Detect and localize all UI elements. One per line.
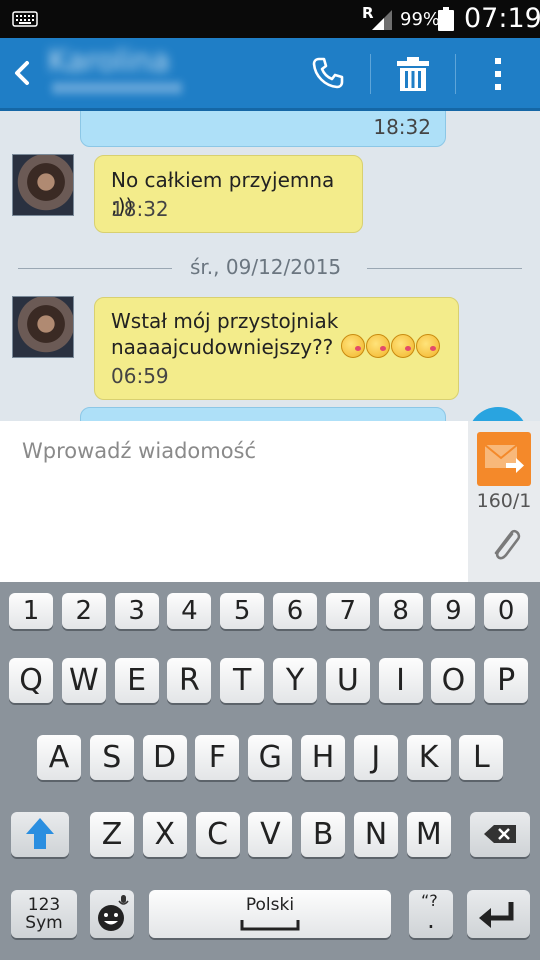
key-1[interactable]: 1 [9, 593, 53, 629]
message-text-fragment: naaaajcudowniejszy?? [111, 335, 334, 359]
punctuation-key-main: . [427, 906, 435, 934]
kiss-emoji-icon [390, 334, 415, 358]
battery-icon [438, 7, 454, 31]
key-e[interactable]: E [114, 658, 159, 703]
compose-side-panel: 160/1 [468, 421, 540, 582]
key-6[interactable]: 6 [273, 593, 317, 629]
key-r[interactable]: R [167, 658, 212, 703]
kiss-emoji-icon [415, 334, 440, 358]
phone-icon[interactable] [311, 56, 345, 90]
date-label: śr., 09/12/2015 [190, 255, 342, 279]
key-w[interactable]: W [61, 658, 106, 703]
space-bar-icon [240, 920, 300, 931]
key-4[interactable]: 4 [167, 593, 212, 629]
key-j[interactable]: J [353, 735, 398, 780]
contact-name[interactable]: Karolina [48, 44, 170, 79]
shift-key[interactable] [11, 812, 69, 857]
more-vertical-icon[interactable] [488, 54, 508, 94]
backspace-icon [484, 825, 516, 843]
enter-arrow-icon [479, 902, 514, 928]
key-7[interactable]: 7 [325, 593, 370, 629]
key-p[interactable]: P [484, 658, 529, 703]
enter-key[interactable] [467, 890, 530, 938]
key-x[interactable]: X [142, 812, 187, 857]
battery-percent: 99% [400, 9, 441, 30]
punctuation-key[interactable]: “? . [409, 890, 453, 938]
message-list[interactable]: 18:32 No całkiem przyjemna ;)) 18:32 śr.… [0, 111, 540, 421]
clock: 07:19 [464, 3, 540, 34]
send-message-icon [484, 444, 524, 473]
key-c[interactable]: C [195, 812, 240, 857]
back-icon[interactable] [10, 58, 34, 88]
key-8[interactable]: 8 [378, 593, 423, 629]
signal-icon [372, 10, 392, 30]
message-bubble-outgoing[interactable] [80, 407, 446, 421]
key-2[interactable]: 2 [61, 593, 106, 629]
compose-area: Wprowadź wiadomość 160/1 [0, 421, 540, 582]
symbols-key-label-bottom: Sym [25, 913, 63, 933]
message-time: 18:32 [373, 115, 431, 139]
message-text-line: naaaajcudowniejszy?? [111, 334, 440, 360]
key-z[interactable]: Z [90, 812, 134, 857]
status-bar: R 99% 07:19 [0, 0, 540, 38]
message-time: 18:32 [111, 197, 169, 221]
separator-line [367, 268, 522, 269]
message-bubble-outgoing[interactable]: 18:32 [80, 111, 446, 147]
message-time: 06:59 [111, 364, 169, 388]
key-q[interactable]: Q [9, 658, 53, 703]
space-language-label: Polski [245, 895, 295, 915]
space-key[interactable]: Polski [149, 890, 391, 938]
key-u[interactable]: U [325, 658, 370, 703]
key-3[interactable]: 3 [114, 593, 159, 629]
key-n[interactable]: N [354, 812, 398, 857]
message-text-line: Wstał mój przystojniak [111, 309, 339, 333]
backspace-key[interactable] [470, 812, 530, 857]
key-o[interactable]: O [431, 658, 476, 703]
key-v[interactable]: V [248, 812, 293, 857]
key-a[interactable]: A [37, 735, 81, 780]
key-l[interactable]: L [459, 735, 504, 780]
kiss-emoji-icon [340, 334, 365, 358]
conversation-header: Karolina [0, 38, 540, 111]
key-y[interactable]: Y [273, 658, 317, 703]
key-k[interactable]: K [406, 735, 451, 780]
symbols-key-label-top: 123 [27, 895, 61, 915]
symbols-key[interactable]: 123 Sym [11, 890, 77, 938]
shift-arrow-icon [26, 818, 54, 849]
key-i[interactable]: I [378, 658, 423, 703]
avatar[interactable] [12, 296, 74, 358]
key-h[interactable]: H [301, 735, 345, 780]
keyboard-icon [12, 11, 38, 27]
message-input[interactable]: Wprowadź wiadomość [22, 439, 256, 463]
key-g[interactable]: G [248, 735, 293, 780]
kiss-emoji-icon [365, 334, 390, 358]
key-9[interactable]: 9 [431, 593, 476, 629]
message-bubble-incoming[interactable]: Wstał mój przystojniak naaaajcudowniejsz… [94, 297, 459, 400]
key-5[interactable]: 5 [220, 593, 265, 629]
divider [370, 54, 371, 94]
key-f[interactable]: F [195, 735, 240, 780]
send-button[interactable] [477, 432, 531, 486]
key-m[interactable]: M [406, 812, 451, 857]
smiley-microphone-icon [98, 895, 129, 931]
key-0[interactable]: 0 [484, 593, 529, 629]
key-t[interactable]: T [220, 658, 265, 703]
key-b[interactable]: B [301, 812, 346, 857]
status-icon [468, 407, 528, 421]
date-separator: śr., 09/12/2015 [18, 253, 522, 283]
separator-line [18, 268, 172, 269]
contact-number-blurred [52, 82, 182, 94]
emoji-key[interactable] [90, 890, 134, 938]
paperclip-icon[interactable] [488, 526, 522, 564]
soft-keyboard: 1234567890 QWERTYUIOP ASDFGHJKL ZXCVBNM … [0, 582, 540, 960]
message-bubble-incoming[interactable]: No całkiem przyjemna ;)) 18:32 [94, 155, 363, 233]
trash-icon[interactable] [395, 56, 431, 92]
avatar[interactable] [12, 154, 74, 216]
character-counter: 160/1 [476, 490, 532, 512]
key-s[interactable]: S [89, 735, 134, 780]
key-d[interactable]: D [142, 735, 187, 780]
divider [455, 54, 456, 94]
